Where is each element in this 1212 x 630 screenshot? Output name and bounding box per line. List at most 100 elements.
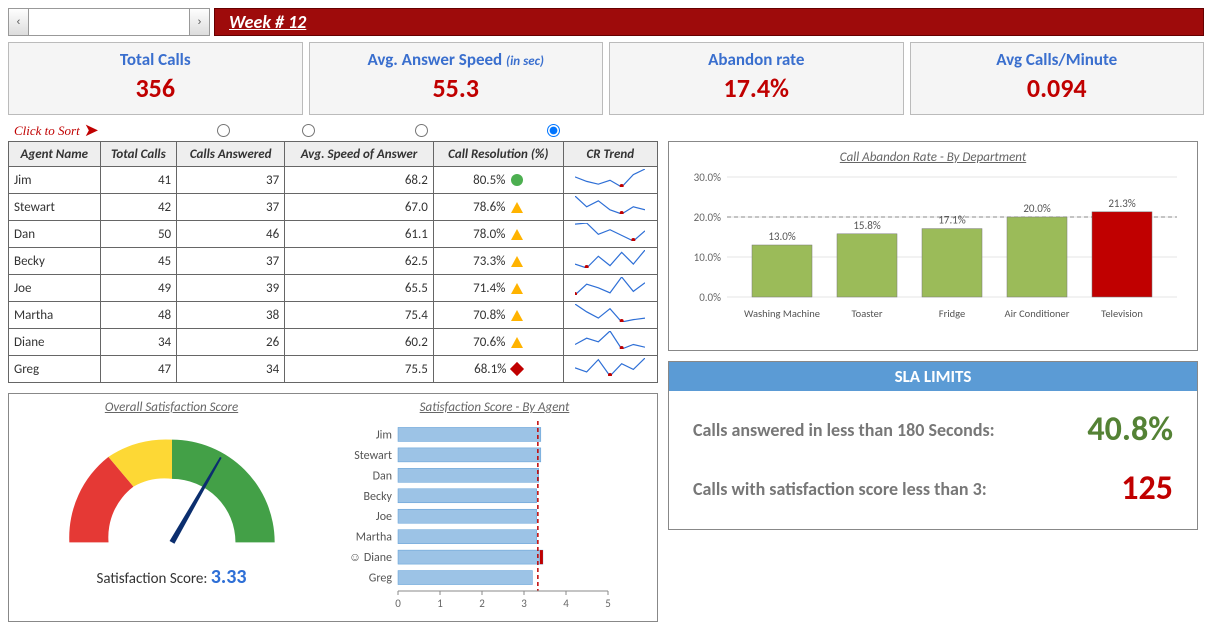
cell-resolution: 70.8% [433, 302, 563, 329]
svg-text:Greg: Greg [369, 572, 393, 586]
svg-text:5: 5 [605, 597, 611, 610]
svg-text:Television: Television [1101, 307, 1143, 320]
cell-total: 47 [100, 356, 177, 383]
svg-text:21.3%: 21.3% [1108, 197, 1136, 210]
col-header: Call Resolution (%) [433, 142, 563, 167]
cell-trend [563, 302, 657, 329]
sla-row: Calls answered in less than 180 Seconds:… [669, 391, 1197, 450]
prev-week-button[interactable]: ‹ [9, 9, 29, 35]
sort-radio-call-resolution[interactable] [547, 124, 560, 137]
svg-text:Air Conditioner: Air Conditioner [1005, 307, 1070, 320]
cell-resolution: 73.3% [433, 248, 563, 275]
cell-trend [563, 221, 657, 248]
sla-panel: SLA LIMITS Calls answered in less than 1… [668, 361, 1198, 530]
cell-total: 42 [100, 194, 177, 221]
cell-resolution: 68.1% [433, 356, 563, 383]
kpi-value: 356 [13, 72, 298, 104]
sla-text: Calls with satisfaction score less than … [693, 478, 1023, 500]
svg-text:20.0%: 20.0% [694, 211, 722, 224]
col-header: Avg. Speed of Answer [285, 142, 434, 167]
status-icon [511, 310, 523, 321]
cell-resolution: 71.4% [433, 275, 563, 302]
svg-text:0: 0 [395, 597, 401, 610]
agent-name: Dan [9, 221, 101, 248]
sort-radio-total-calls[interactable] [217, 124, 230, 137]
agent-name: Diane [9, 329, 101, 356]
cell-total: 41 [100, 167, 177, 194]
kpi-card: Abandon rate 17.4% [609, 42, 904, 115]
agent-name: Greg [9, 356, 101, 383]
sort-radio-calls-answered[interactable] [302, 124, 315, 137]
svg-text:0.0%: 0.0% [699, 291, 721, 304]
week-title-bar: Week # 12 [214, 8, 1204, 36]
sort-radios [189, 124, 624, 137]
kpi-card: Avg. Answer Speed (in sec)55.3 [309, 42, 604, 115]
sla-text: Calls answered in less than 180 Seconds: [693, 419, 1023, 441]
agent-name: Joe [9, 275, 101, 302]
cell-trend [563, 167, 657, 194]
svg-text:Toaster: Toaster [851, 307, 882, 320]
status-icon [511, 283, 523, 294]
svg-text:30.0%: 30.0% [694, 171, 722, 184]
kpi-title: Abandon rate [614, 49, 899, 70]
week-spinner-track [29, 9, 189, 35]
cell-answered: 37 [177, 194, 285, 221]
kpi-row: Total Calls 356Avg. Answer Speed (in sec… [8, 42, 1204, 115]
cell-answered: 39 [177, 275, 285, 302]
svg-text:Fridge: Fridge [939, 307, 966, 320]
table-row: Diane 34 26 60.2 70.6% [9, 329, 658, 356]
svg-text:3: 3 [521, 597, 527, 610]
status-icon [511, 229, 523, 240]
status-icon [511, 337, 523, 348]
svg-text:Martha: Martha [356, 531, 393, 545]
cell-speed: 60.2 [285, 329, 434, 356]
score-value: 3.33 [211, 565, 247, 589]
status-icon [510, 362, 524, 376]
satisfaction-gauge [42, 421, 302, 561]
svg-text:Washing Machine: Washing Machine [744, 307, 820, 320]
table-row: Stewart 42 37 67.0 78.6% [9, 194, 658, 221]
cell-total: 48 [100, 302, 177, 329]
week-spinner: ‹ › [8, 8, 210, 36]
cell-speed: 68.2 [285, 167, 434, 194]
svg-text:Jim: Jim [376, 428, 392, 442]
gauge-title: Overall Satisfaction Score [15, 400, 328, 415]
cell-trend [563, 194, 657, 221]
cell-resolution: 78.0% [433, 221, 563, 248]
cell-speed: 67.0 [285, 194, 434, 221]
cell-resolution: 78.6% [433, 194, 563, 221]
svg-text:Dan: Dan [373, 469, 392, 483]
cell-answered: 46 [177, 221, 285, 248]
svg-text:17.1%: 17.1% [938, 214, 966, 227]
table-row: Martha 48 38 75.4 70.8% [9, 302, 658, 329]
col-header: Agent Name [9, 142, 101, 167]
status-icon [511, 256, 523, 267]
kpi-value: 17.4% [614, 72, 899, 104]
agent-name: Jim [9, 167, 101, 194]
abandon-rate-chart: 0.0%10.0%20.0%30.0%13.0%Washing Machine1… [677, 167, 1187, 327]
cell-answered: 37 [177, 248, 285, 275]
cell-trend [563, 356, 657, 383]
cell-trend [563, 248, 657, 275]
sla-row: Calls with satisfaction score less than … [669, 450, 1197, 509]
week-label: Week # 12 [229, 11, 306, 33]
satisfaction-by-agent-chart: JimStewartDanBeckyJoeMartha☺ DianeGreg01… [338, 421, 618, 611]
col-header: Total Calls [100, 142, 177, 167]
kpi-card: Total Calls 356 [8, 42, 303, 115]
agent-name: Becky [9, 248, 101, 275]
table-row: Greg 47 34 75.5 68.1% [9, 356, 658, 383]
cell-total: 34 [100, 329, 177, 356]
cell-speed: 75.4 [285, 302, 434, 329]
cell-total: 50 [100, 221, 177, 248]
sla-value: 40.8% [1023, 409, 1173, 450]
table-row: Becky 45 37 62.5 73.3% [9, 248, 658, 275]
cell-speed: 65.5 [285, 275, 434, 302]
svg-text:Joe: Joe [376, 510, 392, 524]
sort-radio-avg-speed[interactable] [415, 124, 428, 137]
next-week-button[interactable]: › [189, 9, 209, 35]
svg-text:4: 4 [563, 597, 569, 610]
svg-text:Stewart: Stewart [354, 449, 392, 463]
svg-text:☺ Diane: ☺ Diane [349, 551, 392, 565]
cell-resolution: 80.5% [433, 167, 563, 194]
kpi-title: Total Calls [13, 49, 298, 70]
